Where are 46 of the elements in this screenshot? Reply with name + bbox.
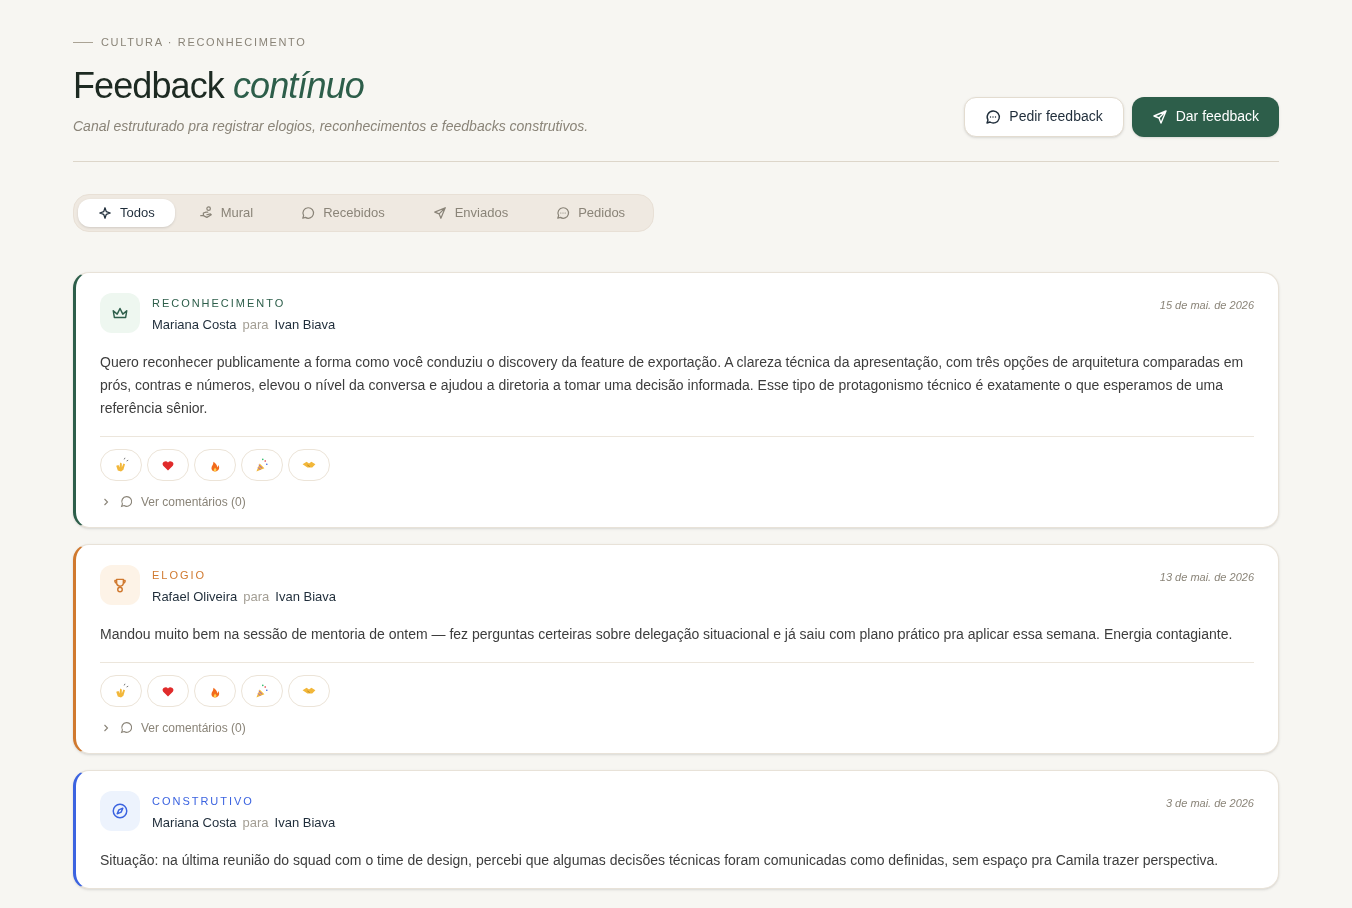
recipient-name: Ivan Biava [275, 588, 336, 606]
party-popper-icon [254, 456, 270, 473]
filter-tab[interactable]: Pedidos [532, 198, 650, 227]
view-comments-link[interactable]: Ver comentários (0) [141, 492, 246, 511]
category-label: CONSTRUTIVO [152, 793, 255, 809]
speech-bubble-icon [120, 495, 133, 508]
view-comments-link[interactable]: Ver comentários (0) [141, 718, 246, 737]
speech-bubble-icon [301, 205, 316, 220]
filter-tab[interactable]: Enviados [408, 198, 533, 227]
give-feedback-button[interactable]: Dar feedback [1131, 96, 1279, 137]
connector-text: para [242, 316, 269, 334]
feedback-date: 15 de mai. de 2026 [1159, 297, 1254, 313]
sender-name: Mariana Costa [152, 316, 237, 334]
sparkle-icon [98, 205, 112, 220]
connector-text: para [242, 814, 269, 832]
feedback-message: Quero reconhecer publicamente a forma como você conduziu o discovery da feature de exportação. A clareza técnica da apresentação, com três opções de arquitetura comparadas em prós, contras e números, elevou o nível da conversa e ajudou a diretoria a tomar uma decisão informada. Esse tipo de protagonismo técnico é exatamente o que esperamos de uma referência sênior. [100, 352, 1245, 418]
hands-icon [198, 205, 213, 220]
filter-tab[interactable]: Mural [174, 198, 278, 227]
reaction-button[interactable] [194, 674, 236, 707]
request-feedback-button[interactable]: Pedir feedback [964, 96, 1124, 137]
sender-name: Rafael Oliveira [152, 588, 238, 606]
section-eyebrow: CULTURA · RECONHECIMENTO [101, 35, 307, 50]
chat-bubble-icon [985, 108, 1002, 125]
filter-tab[interactable]: Recebidos [277, 198, 409, 227]
recipient-name: Ivan Biava [274, 316, 336, 334]
connector-text: para [243, 588, 270, 606]
paper-plane-icon [1151, 108, 1168, 125]
page-title: Feedback contínuo [73, 63, 365, 108]
party-popper-icon [254, 682, 270, 699]
page-subtitle: Canal estruturado pra registrar elogios, reconhecimentos e feedbacks construtivos. [73, 116, 589, 136]
feedback-message: Situação: na última reunião do squad com o time de design, percebi que algumas decisões técnicas foram comunicadas como definidas, sem espaço pra Camila trazer perspectiva. [100, 850, 1220, 870]
recipient-name: Ivan Biava [274, 814, 336, 832]
reaction-button[interactable] [194, 448, 236, 481]
sender-name: Mariana Costa [152, 814, 237, 832]
compass-icon [111, 801, 129, 820]
filter-tab[interactable]: Todos [78, 198, 175, 227]
feedback-date: 13 de mai. de 2026 [1159, 569, 1254, 585]
category-label: ELOGIO [152, 567, 208, 583]
chat-bubble-icon [556, 205, 571, 220]
paper-plane-icon [432, 205, 447, 220]
reaction-button[interactable] [147, 674, 189, 707]
speech-bubble-icon [120, 721, 133, 734]
category-label: RECONHECIMENTO [152, 295, 287, 311]
feedback-date: 3 de mai. de 2026 [1165, 795, 1254, 811]
feedback-message: Mandou muito bem na sessão de mentoria de ontem — fez perguntas certeiras sobre delegação situacional e já saiu com plano prático pra aplicar essa semana. Energia contagiante. [100, 624, 1234, 644]
reaction-button[interactable] [147, 448, 189, 481]
